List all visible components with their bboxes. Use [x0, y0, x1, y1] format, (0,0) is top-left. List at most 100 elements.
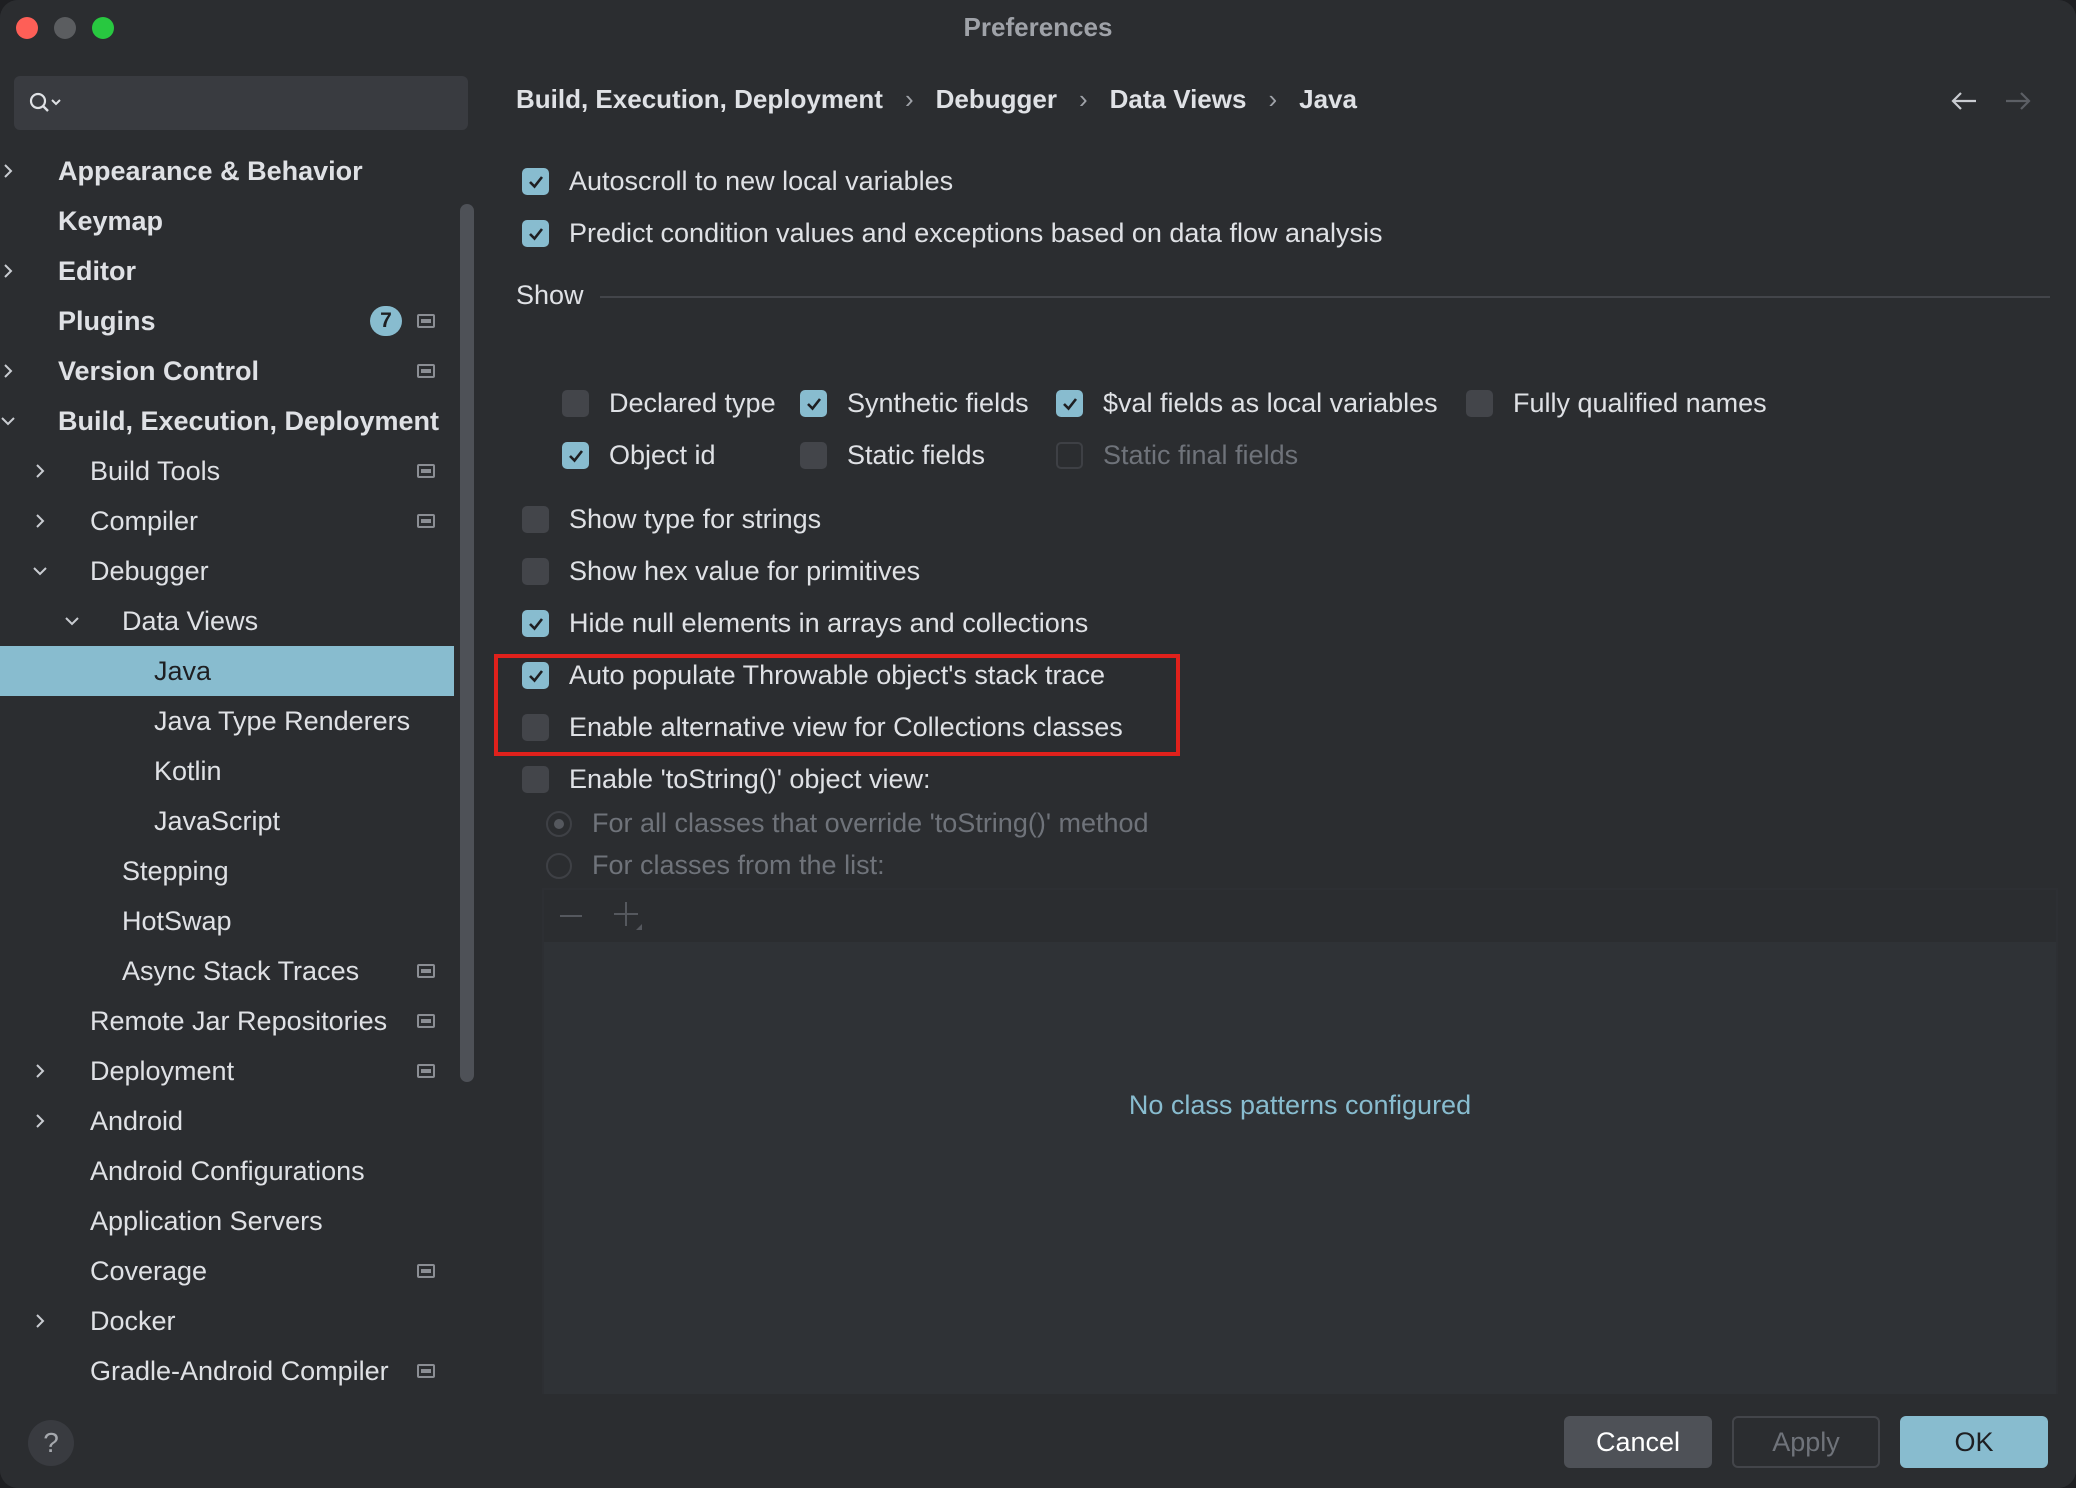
type-for-strings-checkbox[interactable] [522, 506, 549, 533]
sidebar-item[interactable]: Editor [0, 246, 454, 296]
radio-dot [554, 818, 564, 829]
sidebar-item[interactable]: Compiler [0, 496, 454, 546]
chevron-right-icon[interactable] [30, 511, 50, 531]
declared-type-checkbox[interactable] [562, 390, 589, 417]
synthetic-fields-row[interactable]: Synthetic fields [800, 388, 1029, 419]
apply-button[interactable]: Apply [1732, 1416, 1880, 1468]
declared-type-row[interactable]: Declared type [562, 388, 776, 419]
static-fields-row[interactable]: Static fields [800, 440, 985, 471]
fully-qualified-checkbox[interactable] [1466, 390, 1493, 417]
chevron-right-icon[interactable] [30, 1061, 50, 1081]
radio-all-classes-row: For all classes that override 'toString(… [546, 808, 1149, 839]
predict-checkbox-row[interactable]: Predict condition values and exceptions … [522, 218, 1383, 249]
breadcrumb-separator-icon: › [1268, 84, 1278, 114]
cancel-button[interactable]: Cancel [1564, 1416, 1712, 1468]
settings-tree: Appearance & Behavior Keymap Editor Plugins… [0, 146, 454, 1396]
settings-search-input[interactable] [72, 86, 468, 120]
hide-null-row[interactable]: Hide null elements in arrays and collect… [522, 608, 1088, 639]
sidebar-item[interactable]: JavaScript [0, 796, 454, 846]
chevron-right-icon[interactable] [0, 361, 18, 381]
breadcrumb-item[interactable]: Debugger [936, 84, 1057, 115]
project-settings-icon [417, 314, 435, 328]
sidebar-item[interactable]: Keymap [0, 196, 454, 246]
sidebar-item[interactable]: HotSwap [0, 896, 454, 946]
sidebar-item[interactable]: Docker [0, 1296, 454, 1346]
sidebar-item[interactable]: Coverage [0, 1246, 454, 1296]
checkmark-icon [1062, 397, 1077, 410]
help-button[interactable]: ? [28, 1420, 74, 1466]
chevron-down-icon[interactable] [62, 611, 82, 631]
object-id-checkbox[interactable] [562, 442, 589, 469]
static-fields-checkbox[interactable] [800, 442, 827, 469]
sidebar-item[interactable]: Appearance & Behavior [0, 146, 454, 196]
chevron-right-icon[interactable] [0, 161, 18, 181]
hex-value-checkbox[interactable] [522, 558, 549, 585]
autoscroll-checkbox-row[interactable]: Autoscroll to new local variables [522, 166, 953, 197]
sidebar-item[interactable]: Deployment [0, 1046, 454, 1096]
section-divider [600, 296, 2050, 298]
sidebar-item[interactable]: Async Stack Traces [0, 946, 454, 996]
fully-qualified-row[interactable]: Fully qualified names [1466, 388, 1767, 419]
chevron-down-icon[interactable] [0, 411, 18, 431]
sidebar-item[interactable]: Build, Execution, Deployment [0, 396, 454, 446]
zoom-window-button[interactable] [92, 17, 114, 39]
sidebar-item[interactable]: Java Type Renderers [0, 696, 454, 746]
breadcrumb-item[interactable]: Build, Execution, Deployment [516, 84, 883, 115]
sidebar-item-label: Build, Execution, Deployment [58, 405, 440, 436]
tostring-view-checkbox[interactable] [522, 766, 549, 793]
chevron-right-icon[interactable] [30, 1311, 50, 1331]
project-settings-icon [417, 1364, 435, 1378]
settings-sidebar: Appearance & Behavior Keymap Editor Plugins… [0, 54, 474, 1396]
breadcrumb-separator-icon: › [1078, 84, 1088, 114]
sidebar-item[interactable]: Remote Jar Repositories [0, 996, 454, 1046]
ok-button[interactable]: OK [1900, 1416, 2048, 1468]
highlight-box [494, 654, 1180, 756]
navigation-arrows [1950, 90, 2032, 112]
sidebar-item[interactable]: Android [0, 1096, 454, 1146]
synthetic-fields-checkbox[interactable] [800, 390, 827, 417]
val-fields-row[interactable]: $val fields as local variables [1056, 388, 1438, 419]
sidebar-scrollbar[interactable] [460, 204, 474, 1082]
sidebar-item-label: Debugger [90, 555, 209, 586]
breadcrumb-item[interactable]: Java [1299, 84, 1357, 115]
breadcrumb-item[interactable]: Data Views [1110, 84, 1247, 115]
radio-all-classes [546, 810, 572, 837]
chevron-right-icon[interactable] [30, 461, 50, 481]
chevron-right-icon[interactable] [0, 261, 18, 281]
back-arrow-icon[interactable] [1950, 90, 1978, 112]
close-window-button[interactable] [16, 17, 38, 39]
sidebar-item[interactable]: Gradle-Android Compiler [0, 1346, 454, 1396]
minimize-window-button[interactable] [54, 17, 76, 39]
type-for-strings-label: Show type for strings [569, 504, 822, 534]
val-fields-checkbox[interactable] [1056, 390, 1083, 417]
forward-arrow-icon[interactable] [2004, 90, 2032, 112]
object-id-row[interactable]: Object id [562, 440, 716, 471]
checkmark-icon [806, 397, 821, 410]
sidebar-item[interactable]: Version Control [0, 346, 454, 396]
sidebar-item[interactable]: Kotlin [0, 746, 454, 796]
sidebar-item[interactable]: Stepping [0, 846, 454, 896]
tostring-view-row[interactable]: Enable 'toString()' object view: [522, 764, 930, 795]
sidebar-item[interactable]: Plugins 7 [0, 296, 454, 346]
chevron-down-icon[interactable] [30, 561, 50, 581]
sidebar-item[interactable]: Build Tools [0, 446, 454, 496]
sidebar-item[interactable]: Java [0, 646, 454, 696]
hex-value-row[interactable]: Show hex value for primitives [522, 556, 920, 587]
checkmark-icon [528, 227, 543, 240]
sidebar-item[interactable]: Android Configurations [0, 1146, 454, 1196]
project-settings-icon [417, 964, 435, 978]
type-for-strings-row[interactable]: Show type for strings [522, 504, 821, 535]
predict-checkbox[interactable] [522, 220, 549, 247]
sidebar-item[interactable]: Data Views [0, 596, 454, 646]
settings-search-box[interactable] [14, 76, 468, 130]
sidebar-item[interactable]: Debugger [0, 546, 454, 596]
hide-null-checkbox[interactable] [522, 610, 549, 637]
autoscroll-checkbox[interactable] [522, 168, 549, 195]
breadcrumb-separator-icon: › [904, 84, 914, 114]
chevron-right-icon[interactable] [30, 1111, 50, 1131]
project-settings-icon [417, 464, 435, 478]
project-settings-icon [417, 514, 435, 528]
radio-list-classes [546, 852, 572, 879]
class-patterns-list: No class patterns configured [542, 888, 2058, 1416]
sidebar-item[interactable]: Application Servers [0, 1196, 454, 1246]
